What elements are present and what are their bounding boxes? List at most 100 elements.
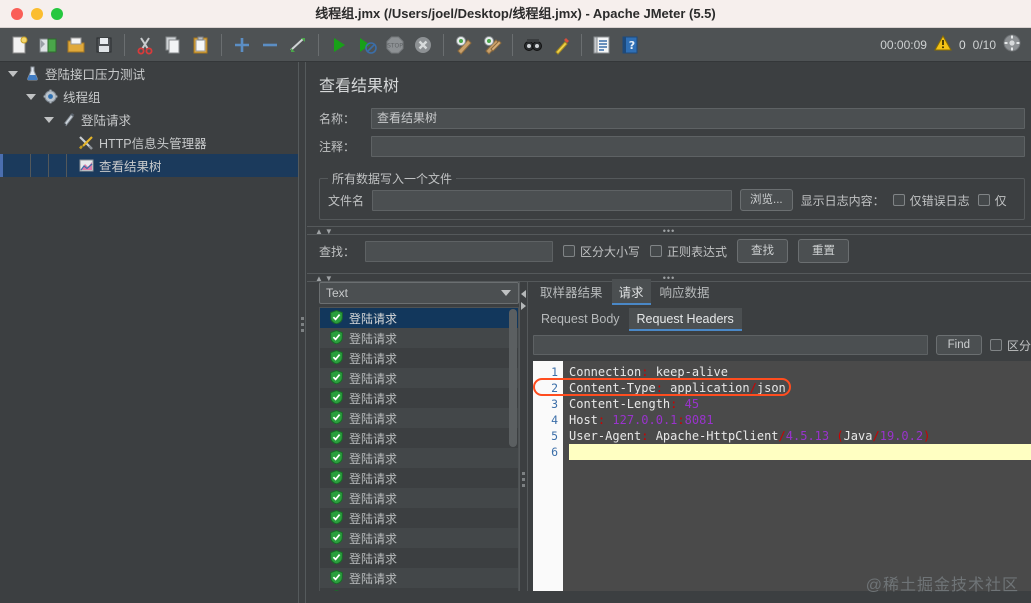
splitter-grip[interactable] bbox=[522, 472, 525, 490]
detail-find-input[interactable] bbox=[533, 335, 928, 355]
expand-caret-icon[interactable] bbox=[22, 93, 40, 100]
sampler-list-item[interactable]: 登陆请求 bbox=[320, 448, 518, 468]
sampler-list-item[interactable]: 登陆请求 bbox=[320, 328, 518, 348]
code-token: : bbox=[655, 381, 663, 395]
renderer-dropdown[interactable]: Text bbox=[319, 282, 519, 304]
checkbox-box[interactable] bbox=[989, 339, 1002, 351]
subtab-request-headers[interactable]: Request Headers bbox=[628, 308, 743, 331]
splitter-arrows[interactable]: ▲▼ bbox=[315, 275, 335, 283]
start-icon[interactable] bbox=[327, 33, 351, 57]
results-splitter[interactable] bbox=[519, 282, 528, 603]
tree-item-header-manager[interactable]: HTTP信息头管理器 bbox=[0, 131, 298, 154]
code-line[interactable]: Content-Type: application/json bbox=[569, 380, 1031, 396]
code-line[interactable]: Connection: keep-alive bbox=[569, 364, 1031, 380]
splitter-collapse-right-icon[interactable] bbox=[521, 302, 526, 310]
function-helper-icon[interactable] bbox=[590, 33, 614, 57]
expand-caret-icon[interactable] bbox=[40, 116, 58, 123]
tree-item-label: 查看结果树 bbox=[99, 160, 162, 174]
regex-checkbox[interactable]: 正则表达式 bbox=[650, 243, 727, 260]
sampler-list-item[interactable]: 登陆请求 bbox=[320, 428, 518, 448]
browse-button[interactable]: 浏览... bbox=[740, 189, 793, 211]
test-plan-icon bbox=[22, 66, 42, 81]
paste-icon[interactable] bbox=[189, 33, 213, 57]
tree-item-thread-group[interactable]: 线程组 bbox=[0, 85, 298, 108]
case-sensitive-checkbox[interactable]: 区分大小写 bbox=[563, 243, 640, 260]
sampler-list-item[interactable]: 登陆请求 bbox=[320, 548, 518, 568]
shutdown-icon[interactable] bbox=[411, 33, 435, 57]
code-token: / bbox=[872, 429, 880, 443]
upper-splitter[interactable]: ▲▼ ••• bbox=[307, 226, 1031, 236]
sampler-list-item[interactable]: 登陆请求 bbox=[320, 568, 518, 588]
test-plan-tree[interactable]: 登陆接口压力测试 线程组 登陆请求 HTTP信息头管理器 查看结果树 bbox=[0, 62, 298, 603]
sampler-list-item[interactable]: 登陆请求 bbox=[320, 308, 518, 328]
open-icon[interactable] bbox=[64, 33, 88, 57]
search-icon[interactable] bbox=[521, 33, 545, 57]
checkbox-box[interactable] bbox=[650, 245, 663, 257]
code-line[interactable]: Host: 127.0.0.1:8081 bbox=[569, 412, 1031, 428]
cut-icon[interactable] bbox=[133, 33, 157, 57]
search-button[interactable]: 查找 bbox=[737, 239, 789, 263]
save-icon[interactable] bbox=[92, 33, 116, 57]
stop-icon[interactable]: STOP bbox=[383, 33, 407, 57]
new-icon[interactable] bbox=[8, 33, 32, 57]
tab-response-data[interactable]: 响应数据 bbox=[653, 279, 717, 305]
sampler-list-item[interactable]: 登陆请求 bbox=[320, 368, 518, 388]
sampler-list-scrollbar[interactable] bbox=[509, 309, 517, 447]
copy-icon[interactable] bbox=[161, 33, 185, 57]
checkbox-box[interactable] bbox=[563, 245, 576, 257]
start-no-timers-icon[interactable] bbox=[355, 33, 379, 57]
request-headers-viewer[interactable]: 123456 Connection: keep-alive Content-Typ… bbox=[533, 361, 1031, 603]
line-number-gutter: 1 2 3 4 5 6 bbox=[533, 361, 563, 603]
splitter-arrows[interactable]: ▲▼ bbox=[315, 228, 335, 236]
code-content[interactable]: Connection: keep-alive Content-Type: appl… bbox=[563, 361, 1031, 603]
templates-icon[interactable] bbox=[36, 33, 60, 57]
tree-item-test-plan[interactable]: 登陆接口压力测试 bbox=[0, 62, 298, 85]
clear-all-icon[interactable] bbox=[480, 33, 504, 57]
sampler-list[interactable]: 登陆请求 登陆请求 登陆请求 登陆请求 登陆请求 登陆请求 登陆请求 登陆请求 登陆请求 登陆请求… bbox=[319, 307, 519, 603]
search-input[interactable] bbox=[365, 240, 554, 262]
result-tabs[interactable]: 取样器结果 请求 响应数据 bbox=[528, 279, 1031, 305]
sampler-list-item[interactable]: 登陆请求 bbox=[320, 408, 518, 428]
comment-input[interactable] bbox=[371, 135, 1025, 157]
sampler-list-item[interactable]: 登陆请求 bbox=[320, 468, 518, 488]
filename-input[interactable] bbox=[372, 189, 733, 211]
search-reset-icon[interactable] bbox=[549, 33, 573, 57]
sampler-list-item-label: 登陆请求 bbox=[349, 411, 398, 426]
detail-case-checkbox[interactable]: 区分 bbox=[989, 337, 1031, 354]
add-icon[interactable] bbox=[230, 33, 254, 57]
success-only-checkbox[interactable]: 仅 bbox=[977, 192, 1007, 209]
splitter-collapse-left-icon[interactable] bbox=[521, 290, 526, 298]
remote-engines-icon[interactable] bbox=[1003, 34, 1021, 55]
request-subtabs[interactable]: Request Body Request Headers bbox=[528, 307, 1031, 331]
clear-icon[interactable] bbox=[452, 33, 476, 57]
splitter-grip[interactable] bbox=[301, 317, 305, 335]
code-line[interactable]: Content-Length: 45 bbox=[569, 396, 1031, 412]
warning-triangle-icon[interactable] bbox=[934, 34, 952, 54]
sampler-list-item[interactable]: 登陆请求 bbox=[320, 348, 518, 368]
reset-button[interactable]: 重置 bbox=[798, 239, 850, 263]
remove-icon[interactable] bbox=[258, 33, 282, 57]
tree-item-view-results-tree[interactable]: 查看结果树 bbox=[0, 154, 298, 177]
chevron-down-icon[interactable] bbox=[501, 290, 511, 296]
name-input[interactable]: 查看结果树 bbox=[371, 107, 1025, 129]
sidebar-splitter[interactable] bbox=[298, 62, 306, 603]
toggle-icon[interactable] bbox=[286, 33, 310, 57]
sampler-list-item[interactable]: 登陆请求 bbox=[320, 488, 518, 508]
help-icon[interactable]: ? bbox=[618, 33, 642, 57]
detail-find-button[interactable]: Find bbox=[935, 335, 982, 355]
expand-caret-icon[interactable] bbox=[4, 70, 22, 77]
code-line[interactable] bbox=[569, 444, 1031, 460]
sampler-list-item[interactable]: 登陆请求 bbox=[320, 388, 518, 408]
splitter-dots[interactable]: ••• bbox=[663, 227, 675, 236]
checkbox-box[interactable] bbox=[892, 194, 905, 206]
sampler-list-item[interactable]: 登陆请求 bbox=[320, 508, 518, 528]
tree-item-http-request[interactable]: 登陆请求 bbox=[0, 108, 298, 131]
code-line[interactable]: User-Agent: Apache-HttpClient/4.5.13 (Ja… bbox=[569, 428, 1031, 444]
tab-sampler-result[interactable]: 取样器结果 bbox=[533, 279, 610, 305]
errors-only-checkbox[interactable]: 仅错误日志 bbox=[892, 192, 970, 209]
tab-request[interactable]: 请求 bbox=[611, 279, 651, 305]
subtab-request-body[interactable]: Request Body bbox=[533, 308, 628, 331]
sampler-list-item[interactable]: 登陆请求 bbox=[320, 528, 518, 548]
checkbox-box[interactable] bbox=[977, 194, 990, 206]
